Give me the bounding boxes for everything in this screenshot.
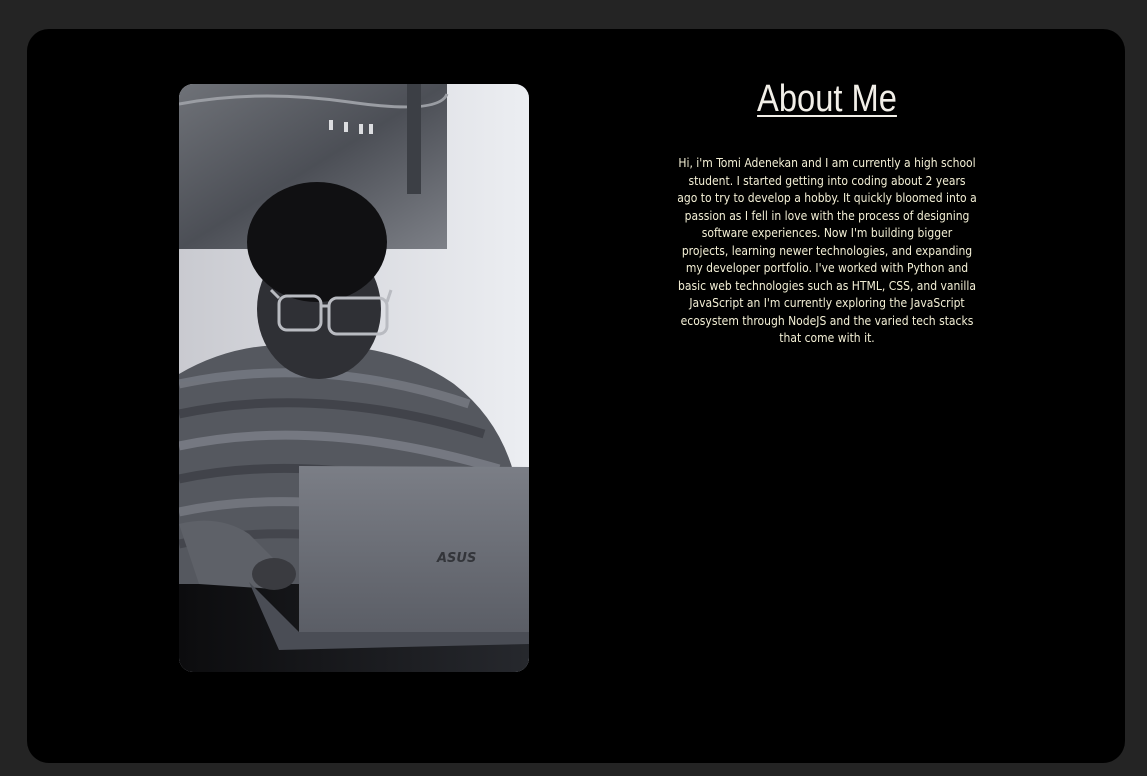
about-bio: Hi, i'm Tomi Adenekan and I am currently…: [677, 156, 977, 345]
about-heading: About Me: [757, 78, 897, 120]
about-card: ASUS About Me Hi, i'm Tomi Adenekan and …: [27, 29, 1125, 763]
profile-photo-illustration: ASUS: [179, 84, 529, 672]
laptop-brand-logo: ASUS: [436, 551, 476, 566]
about-section: About Me Hi, i'm Tomi Adenekan and I am …: [677, 77, 977, 348]
profile-photo: ASUS: [179, 84, 529, 672]
